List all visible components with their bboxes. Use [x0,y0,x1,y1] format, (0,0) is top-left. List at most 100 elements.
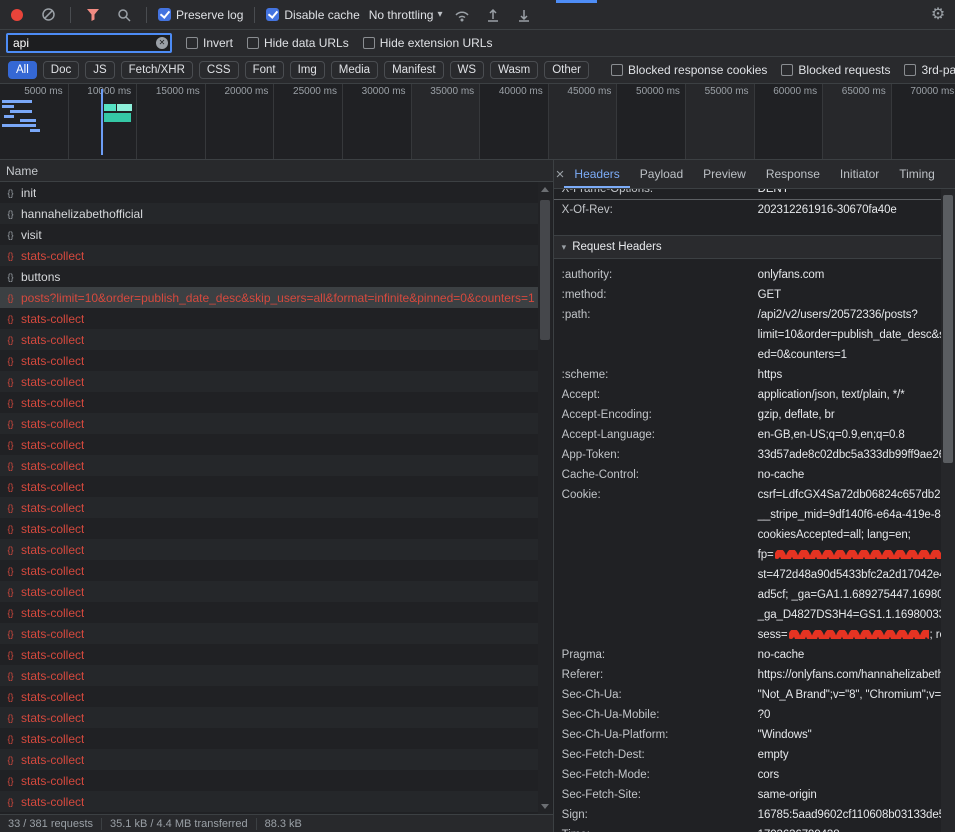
name-column-header[interactable]: Name [0,160,553,182]
xhr-icon: {} [4,566,17,576]
type-filter-wasm[interactable]: Wasm [490,61,538,79]
request-row[interactable]: {}stats-collect [0,413,539,434]
type-filter-fetch-xhr[interactable]: Fetch/XHR [121,61,193,79]
xhr-icon: {} [4,440,17,450]
preserve-log-checkbox[interactable]: Preserve log [158,8,243,22]
3rd-party-requests-checkbox[interactable]: 3rd-party requests [904,63,955,77]
tab-cookies[interactable]: Cookies [945,160,955,188]
tab-headers[interactable]: Headers [564,160,629,188]
request-row[interactable]: {}stats-collect [0,245,539,266]
scrollbar-thumb[interactable] [540,200,550,340]
network-conditions-button[interactable] [451,4,473,26]
request-headers-section-header[interactable]: ▾ Request Headers [554,235,941,259]
request-row[interactable]: {}stats-collect [0,329,539,350]
filter-toggle-button[interactable] [82,4,104,26]
header-value: no-cache [758,465,941,485]
blocked-requests-checkbox[interactable]: Blocked requests [781,63,890,77]
request-row[interactable]: {}stats-collect [0,539,539,560]
header-name: Pragma: [562,645,758,665]
request-row[interactable]: {}init [0,182,539,203]
header-row: Sec-Fetch-Site:same-origin [554,785,941,805]
type-filter-other[interactable]: Other [544,61,589,79]
request-row[interactable]: {}stats-collect [0,602,539,623]
type-filter-img[interactable]: Img [290,61,325,79]
scrollbar-thumb[interactable] [943,195,953,463]
request-headers-list: :authority:onlyfans.com:method:GET:path:… [554,265,941,832]
request-row[interactable]: {}stats-collect [0,644,539,665]
request-row[interactable]: {}stats-collect [0,770,539,791]
request-row[interactable]: {}stats-collect [0,518,539,539]
xhr-icon: {} [4,755,17,765]
settings-button[interactable]: ⚙ [927,4,949,26]
type-filter-manifest[interactable]: Manifest [384,61,443,79]
record-button[interactable] [6,4,28,26]
xhr-icon: {} [4,377,17,387]
close-button[interactable]: × [556,166,565,183]
request-row[interactable]: {}buttons [0,266,539,287]
tab-timing[interactable]: Timing [889,160,945,188]
request-row[interactable]: {}stats-collect [0,371,539,392]
scroll-down-icon[interactable] [541,804,549,809]
request-row[interactable]: {}stats-collect [0,686,539,707]
type-filter-doc[interactable]: Doc [43,61,79,79]
request-name: hannahelizabethofficial [21,207,143,221]
request-row[interactable]: {}stats-collect [0,476,539,497]
request-list-scrollbar[interactable] [538,182,552,814]
tab-payload[interactable]: Payload [630,160,693,188]
request-row[interactable]: {}stats-collect [0,434,539,455]
request-row[interactable]: {}stats-collect [0,350,539,371]
request-row[interactable]: {}stats-collect [0,308,539,329]
detail-scrollbar[interactable] [941,189,955,832]
request-row[interactable]: {} stats-collect [0,749,539,770]
arrow-down-icon [517,8,531,22]
header-row: :scheme:https [554,365,941,385]
header-value: 202312261916-30670fa40e [758,200,941,220]
tab-initiator[interactable]: Initiator [830,160,889,188]
invert-checkbox[interactable]: Invert [186,36,233,50]
request-row[interactable]: {}stats-collect [0,728,539,749]
request-row[interactable]: {}stats-collect [0,791,539,812]
type-filter-all[interactable]: All [8,61,37,79]
xhr-icon: {} [4,545,17,555]
waterfall-bar [4,115,14,118]
tab-response[interactable]: Response [756,160,830,188]
request-row[interactable]: {}posts?limit=10&order=publish_date_desc… [0,287,539,308]
header-row: Sec-Ch-Ua:"Not_A Brand";v="8", "Chromium… [554,685,941,705]
throttling-dropdown[interactable]: No throttling ▾ [369,8,443,22]
request-row[interactable]: {}hannahelizabethofficial [0,203,539,224]
hide-extension-urls-checkbox[interactable]: Hide extension URLs [363,36,493,50]
type-filter-ws[interactable]: WS [450,61,485,79]
import-har-button[interactable] [482,4,504,26]
tab-preview[interactable]: Preview [693,160,756,188]
type-filter-media[interactable]: Media [331,61,378,79]
request-row[interactable]: {}stats-collect [0,581,539,602]
request-row[interactable]: {}visit [0,224,539,245]
disable-cache-checkbox[interactable]: Disable cache [266,8,359,22]
request-name: stats-collect [21,333,84,347]
request-row[interactable]: {}stats-collect [0,455,539,476]
clear-button[interactable] [37,4,59,26]
more-filter-checkboxes: Blocked response cookies Blocked requests… [611,63,955,77]
request-name: stats-collect [21,753,84,767]
clear-filter-icon[interactable]: ✕ [156,37,168,49]
header-name: Sec-Fetch-Dest: [562,745,758,765]
request-row[interactable]: {}stats-collect [0,623,539,644]
waterfall-bar [2,100,32,103]
request-row[interactable]: {}stats-collect [0,392,539,413]
filter-input[interactable] [6,33,172,53]
request-row[interactable]: {}stats-collect [0,665,539,686]
blocked-response-cookies-checkbox[interactable]: Blocked response cookies [611,63,767,77]
filter-bar: ✕ Invert Hide data URLs Hide extension U… [0,30,955,57]
type-filter-js[interactable]: JS [85,61,114,79]
hide-data-urls-checkbox[interactable]: Hide data URLs [247,36,349,50]
request-row[interactable]: {}stats-collect [0,560,539,581]
header-row: App-Token:33d57ade8c02dbc5a333db99ff9ae2… [554,445,941,465]
request-row[interactable]: {}stats-collect [0,497,539,518]
network-overview-timeline[interactable]: 5000 ms10000 ms15000 ms20000 ms25000 ms3… [0,84,955,160]
scroll-up-icon[interactable] [541,187,549,192]
type-filter-font[interactable]: Font [245,61,284,79]
type-filter-css[interactable]: CSS [199,61,239,79]
request-row[interactable]: {}stats-collect [0,707,539,728]
export-har-button[interactable] [513,4,535,26]
search-button[interactable] [113,4,135,26]
